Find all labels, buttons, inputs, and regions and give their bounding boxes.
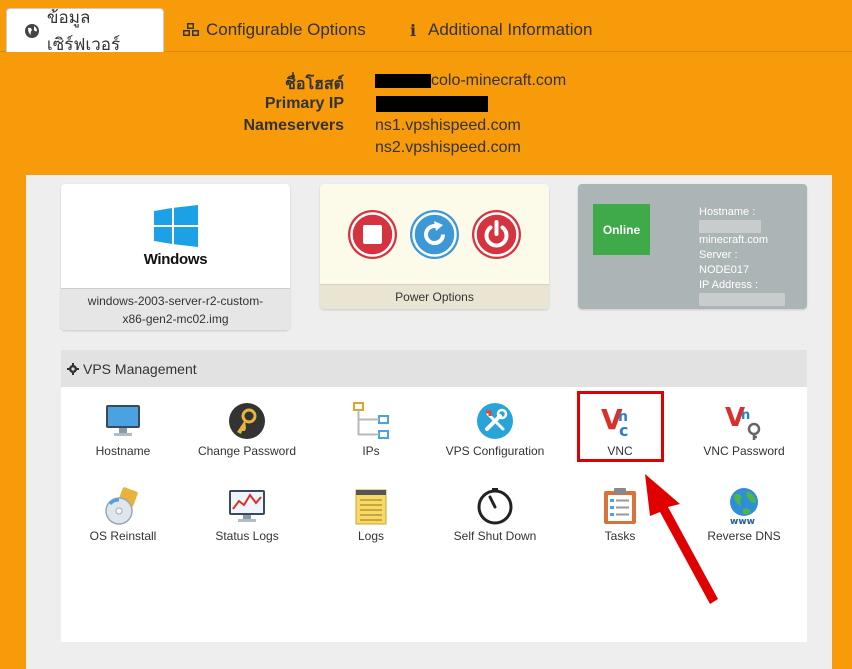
os-image-name: windows-2003-server-r2-custom- x86-gen2-… — [61, 288, 290, 330]
tab-label: ข้อมูลเซิร์ฟเวอร์ — [46, 7, 121, 54]
disc-icon — [104, 487, 142, 525]
vps-management-header: VPS Management — [61, 350, 807, 387]
status-details: Hostname : minecraft.com Server : NODE01… — [699, 205, 785, 306]
shutdown-button[interactable] — [472, 210, 521, 259]
status-card: Online Hostname : minecraft.com Server :… — [578, 184, 807, 309]
status-hostname-value: minecraft.com — [699, 234, 769, 246]
globe-www-icon: www — [725, 487, 763, 525]
vps-management-title: VPS Management — [83, 360, 197, 377]
primary-ip-value — [376, 95, 488, 113]
power-options-label: Power Options — [320, 284, 549, 309]
restart-button[interactable] — [410, 210, 459, 259]
status-hostname-label: Hostname : — [699, 206, 756, 218]
redacted-block — [375, 73, 431, 88]
timer-icon — [476, 487, 514, 525]
monitor-icon — [104, 402, 142, 440]
svg-text:www: www — [730, 517, 755, 525]
os-reinstall-action[interactable]: OS Reinstall — [61, 487, 185, 557]
nameserver-2: ns2.vpshispeed.com — [375, 139, 521, 156]
stop-icon — [350, 212, 395, 257]
action-label: Change Password — [197, 444, 297, 458]
windows-icon — [153, 204, 198, 247]
tab-configurable-options[interactable]: Configurable Options — [182, 8, 366, 52]
action-label: VPS Configuration — [445, 444, 545, 458]
tab-label: Additional Information — [428, 20, 593, 39]
info-icon: i — [409, 20, 417, 40]
action-label: Tasks — [604, 529, 636, 543]
windows-label: Windows — [143, 250, 208, 268]
vnc-password-action[interactable]: Vn VNC Password — [682, 402, 806, 472]
notepad-icon — [352, 487, 390, 525]
ips-action[interactable]: IPs — [309, 402, 433, 472]
windows-logo: Windows — [61, 184, 290, 288]
action-label: IPs — [362, 444, 380, 458]
vnc-highlight-box — [577, 391, 664, 462]
hostname-action[interactable]: Hostname — [61, 402, 185, 472]
status-server-value: NODE017 — [699, 264, 750, 276]
red-arrow-annotation — [645, 474, 718, 604]
tab-bar: ข้อมูลเซิร์ฟเวอร์ Configurable Options i… — [0, 0, 852, 54]
globe-icon — [23, 22, 41, 40]
status-logs-action[interactable]: Status Logs — [185, 487, 309, 557]
hostname-label: ชื่อโฮสต์ — [285, 76, 344, 93]
clipboard-icon — [601, 487, 639, 525]
action-label: Status Logs — [215, 529, 279, 543]
change-password-action[interactable]: Change Password — [185, 402, 309, 472]
hostname-text: colo-minecraft.com — [431, 72, 567, 89]
tab-additional-information[interactable]: i Additional Information — [404, 8, 592, 52]
vps-configuration-action[interactable]: VPS Configuration — [433, 402, 557, 472]
status-ip-label: IP Address : — [699, 279, 759, 291]
action-label: VNC Password — [703, 444, 785, 458]
nameservers-label: Nameservers — [243, 117, 344, 134]
svg-text:n: n — [741, 408, 750, 423]
tab-label: Configurable Options — [206, 20, 366, 39]
os-card: Windows windows-2003-server-r2-custom- x… — [61, 184, 290, 330]
tools-icon — [476, 402, 514, 440]
vnc-key-icon: Vn — [725, 402, 763, 440]
action-label: Self Shut Down — [453, 529, 537, 543]
logs-action[interactable]: Logs — [309, 487, 433, 557]
status-server-label: Server : — [699, 249, 738, 261]
tab-server-info[interactable]: ข้อมูลเซิร์ฟเวอร์ — [6, 8, 164, 54]
action-label: OS Reinstall — [89, 529, 157, 543]
cubes-icon — [182, 21, 200, 39]
chart-icon — [228, 487, 266, 525]
redacted-block — [376, 95, 488, 112]
hostname-value: colo-minecraft.com — [375, 72, 566, 90]
nameserver-1: ns1.vpshispeed.com — [375, 117, 521, 134]
os-image-line: windows-2003-server-r2-custom- — [87, 294, 264, 308]
network-icon — [352, 402, 390, 440]
action-label: Hostname — [95, 444, 151, 458]
gear-icon — [67, 362, 79, 375]
self-shut-down-action[interactable]: Self Shut Down — [433, 487, 557, 557]
redacted-block — [699, 220, 761, 233]
redacted-block — [699, 293, 785, 306]
action-label: Logs — [357, 529, 385, 543]
restart-icon — [412, 212, 457, 257]
power-buttons — [320, 210, 549, 259]
primary-ip-label: Primary IP — [264, 95, 344, 112]
power-icon — [474, 212, 519, 257]
power-card: Power Options — [320, 184, 549, 309]
stop-button[interactable] — [348, 210, 397, 259]
status-badge: Online — [593, 204, 650, 255]
os-image-line: x86-gen2-mc02.img — [122, 312, 229, 326]
key-icon — [228, 402, 266, 440]
